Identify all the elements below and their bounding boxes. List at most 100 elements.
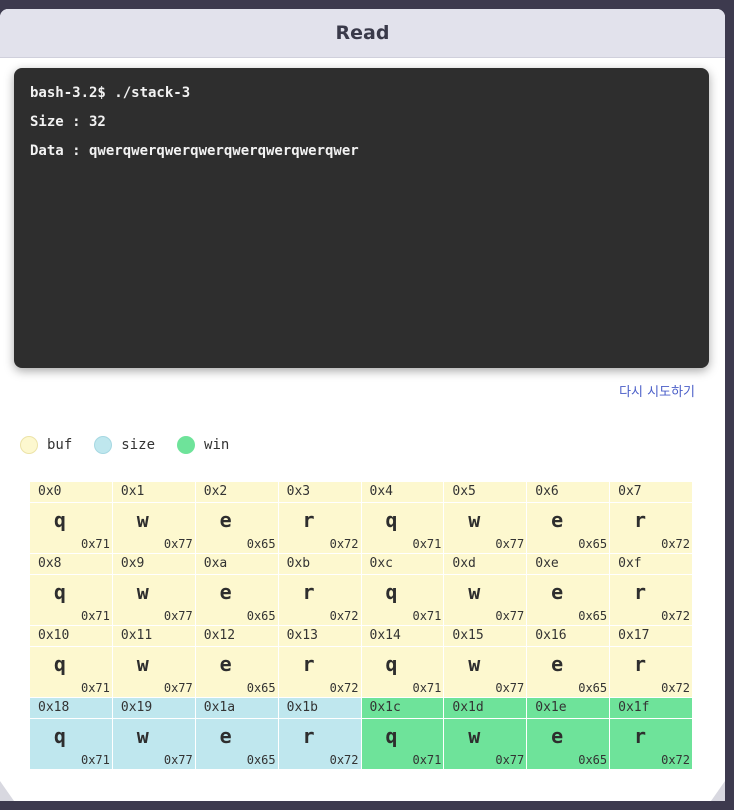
memory-hex: 0x72 bbox=[661, 681, 690, 695]
memory-cell: 0x10 q 0x71 bbox=[30, 626, 113, 698]
memory-address: 0x1b bbox=[278, 698, 361, 719]
memory-address: 0x7 bbox=[610, 482, 692, 503]
memory-hex: 0x72 bbox=[661, 753, 690, 767]
memory-cell: 0x1d w 0x77 bbox=[444, 698, 528, 770]
memory-hex: 0x71 bbox=[412, 609, 442, 623]
memory-address: 0x1d bbox=[444, 698, 527, 719]
memory-cell: 0x2 e 0x65 bbox=[195, 482, 279, 554]
memory-cell: 0x7 r 0x72 bbox=[610, 482, 693, 554]
memory-address: 0x11 bbox=[112, 626, 195, 647]
terminal-output: bash-3.2$ ./stack-3 Size : 32 Data : qwe… bbox=[14, 68, 709, 368]
memory-hex: 0x77 bbox=[495, 609, 525, 623]
memory-char: e bbox=[219, 652, 232, 676]
memory-char: r bbox=[634, 652, 647, 676]
memory-hex: 0x65 bbox=[578, 609, 608, 623]
memory-hex: 0x65 bbox=[246, 753, 276, 767]
memory-char: r bbox=[634, 508, 647, 532]
memory-hex: 0x72 bbox=[329, 681, 359, 695]
memory-address: 0x1c bbox=[361, 698, 444, 719]
memory-address: 0x9 bbox=[112, 554, 195, 575]
memory-hex: 0x65 bbox=[578, 681, 608, 695]
memory-cell: 0x14 q 0x71 bbox=[361, 626, 445, 698]
memory-hex: 0x72 bbox=[329, 753, 359, 767]
memory-cell: 0x5 w 0x77 bbox=[444, 482, 528, 554]
memory-cell: 0x17 r 0x72 bbox=[610, 626, 693, 698]
legend: buf size win bbox=[20, 436, 251, 454]
terminal-line: bash-3.2$ ./stack-3 bbox=[30, 85, 191, 101]
memory-hex: 0x77 bbox=[163, 609, 193, 623]
memory-address: 0xa bbox=[195, 554, 278, 575]
memory-char: e bbox=[219, 724, 232, 748]
legend-item-buf: buf bbox=[20, 436, 72, 454]
memory-char: q bbox=[385, 652, 398, 676]
size-swatch bbox=[94, 436, 113, 454]
memory-char: w bbox=[136, 724, 149, 748]
memory-char: q bbox=[53, 724, 66, 748]
memory-address: 0x1f bbox=[610, 698, 692, 719]
memory-cell: 0x12 e 0x65 bbox=[195, 626, 279, 698]
memory-char: w bbox=[136, 652, 149, 676]
memory-char: r bbox=[302, 652, 315, 676]
memory-hex: 0x71 bbox=[412, 681, 442, 695]
memory-cell: 0x19 w 0x77 bbox=[112, 698, 196, 770]
memory-char: w bbox=[468, 508, 481, 532]
terminal-line: Size : 32 bbox=[30, 114, 106, 130]
memory-hex: 0x72 bbox=[661, 609, 690, 623]
read-window: Read bash-3.2$ ./stack-3 Size : 32 Data … bbox=[0, 9, 725, 801]
memory-cell: 0xc q 0x71 bbox=[361, 554, 445, 626]
memory-grid: 0x0 q 0x71 0x1 w 0x77 0x2 e 0x65 0x3 r 0x72 0x4 q 0x71… bbox=[30, 482, 693, 770]
memory-address: 0x19 bbox=[112, 698, 195, 719]
memory-char: r bbox=[634, 724, 647, 748]
memory-hex: 0x71 bbox=[80, 609, 110, 623]
legend-label: win bbox=[204, 437, 230, 453]
memory-cell: 0xb r 0x72 bbox=[278, 554, 362, 626]
memory-address: 0xb bbox=[278, 554, 361, 575]
memory-char: q bbox=[385, 724, 398, 748]
memory-hex: 0x77 bbox=[495, 753, 525, 767]
memory-char: e bbox=[551, 580, 564, 604]
memory-cell: 0x1 w 0x77 bbox=[112, 482, 196, 554]
retry-link[interactable]: 다시 시도하기 bbox=[619, 381, 695, 400]
memory-char: r bbox=[302, 580, 315, 604]
window-title: Read bbox=[335, 22, 390, 44]
memory-char: r bbox=[634, 580, 647, 604]
memory-char: w bbox=[468, 580, 481, 604]
memory-address: 0x2 bbox=[195, 482, 278, 503]
memory-cell: 0x1f r 0x72 bbox=[610, 698, 693, 770]
memory-hex: 0x71 bbox=[412, 753, 442, 767]
memory-hex: 0x65 bbox=[578, 753, 608, 767]
memory-address: 0x10 bbox=[30, 626, 112, 647]
memory-cell: 0x13 r 0x72 bbox=[278, 626, 362, 698]
memory-cell: 0x1a e 0x65 bbox=[195, 698, 279, 770]
memory-cell: 0x8 q 0x71 bbox=[30, 554, 113, 626]
memory-char: q bbox=[385, 508, 398, 532]
memory-hex: 0x77 bbox=[495, 681, 525, 695]
memory-hex: 0x71 bbox=[412, 537, 442, 551]
memory-char: r bbox=[302, 508, 315, 532]
memory-hex: 0x72 bbox=[661, 537, 690, 551]
memory-address: 0x1 bbox=[112, 482, 195, 503]
memory-address: 0x12 bbox=[195, 626, 278, 647]
resize-corner-left bbox=[0, 781, 14, 801]
memory-hex: 0x72 bbox=[329, 537, 359, 551]
memory-address: 0x1e bbox=[527, 698, 610, 719]
memory-address: 0x13 bbox=[278, 626, 361, 647]
memory-cell: 0x15 w 0x77 bbox=[444, 626, 528, 698]
memory-hex: 0x65 bbox=[246, 681, 276, 695]
memory-address: 0x18 bbox=[30, 698, 112, 719]
memory-char: q bbox=[53, 508, 66, 532]
memory-cell: 0xd w 0x77 bbox=[444, 554, 528, 626]
memory-cell: 0xa e 0x65 bbox=[195, 554, 279, 626]
memory-address: 0x5 bbox=[444, 482, 527, 503]
memory-char: w bbox=[136, 580, 149, 604]
memory-cell: 0x1c q 0x71 bbox=[361, 698, 445, 770]
memory-address: 0x1a bbox=[195, 698, 278, 719]
memory-address: 0xf bbox=[610, 554, 692, 575]
legend-item-size: size bbox=[94, 436, 155, 454]
memory-cell: 0x1b r 0x72 bbox=[278, 698, 362, 770]
memory-hex: 0x77 bbox=[163, 753, 193, 767]
memory-address: 0x3 bbox=[278, 482, 361, 503]
memory-hex: 0x72 bbox=[329, 609, 359, 623]
memory-char: e bbox=[551, 724, 564, 748]
memory-cell: 0x16 e 0x65 bbox=[527, 626, 611, 698]
